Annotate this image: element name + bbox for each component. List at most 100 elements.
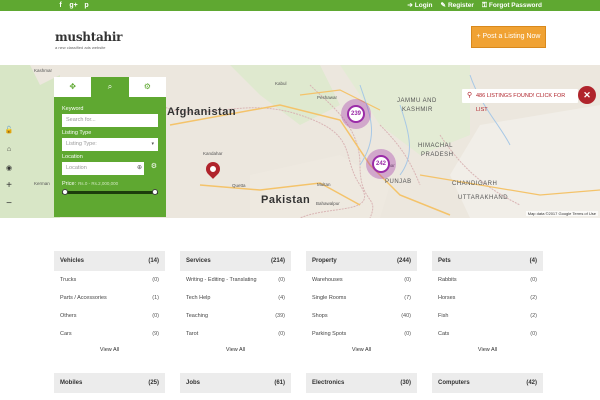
map-cluster[interactable]: 239 bbox=[341, 99, 371, 129]
label-afghanistan: Afghanistan bbox=[167, 106, 237, 118]
category-header[interactable]: Services (214) bbox=[180, 251, 291, 271]
list-item[interactable]: Trucks (0) bbox=[54, 271, 165, 289]
list-item[interactable]: Cats (0) bbox=[432, 325, 543, 343]
close-icon[interactable]: ✕ bbox=[578, 86, 596, 104]
category-card-mobiles: Mobiles (25) bbox=[54, 373, 165, 393]
category-header[interactable]: Computers (42) bbox=[432, 373, 543, 393]
search-icon[interactable]: ⌕ bbox=[91, 77, 129, 97]
key-icon: ⚿ bbox=[481, 2, 487, 9]
list-item[interactable]: Warehouses (0) bbox=[306, 271, 417, 289]
view-all-link[interactable]: View All bbox=[54, 343, 165, 357]
search-panel: ✥ ⌕ ⚙ Keyword Search for... Listing Type… bbox=[54, 77, 166, 217]
register-link[interactable]: ✎ Register bbox=[440, 0, 473, 11]
chevron-down-icon: ▾ bbox=[151, 141, 154, 147]
top-bar: f g+ p ➔ Login ✎ Register ⚿ Forgot Password bbox=[0, 0, 600, 11]
site-logo[interactable]: mushtahir a new classified ads website bbox=[55, 30, 122, 50]
zoom-in-icon[interactable]: + bbox=[0, 177, 18, 195]
login-link[interactable]: ➔ Login bbox=[407, 0, 432, 11]
map-cluster[interactable]: 242 bbox=[366, 149, 396, 179]
category-title: Electronics bbox=[312, 380, 345, 386]
category-count: (14) bbox=[148, 258, 159, 264]
login-icon: ➔ bbox=[407, 2, 413, 9]
zoom-out-icon[interactable]: − bbox=[0, 195, 18, 213]
item-count: (9) bbox=[152, 331, 159, 337]
list-item[interactable]: Writing - Editing - Translating (0) bbox=[180, 271, 291, 289]
register-label: Register bbox=[447, 2, 474, 9]
list-item[interactable]: Single Rooms (7) bbox=[306, 289, 417, 307]
list-item[interactable]: Parts / Accessories (1) bbox=[54, 289, 165, 307]
search-panel-tabs: ✥ ⌕ ⚙ bbox=[54, 77, 166, 97]
item-label: Tech Help bbox=[186, 295, 211, 301]
item-count: (7) bbox=[404, 295, 411, 301]
label-multan: Multan bbox=[317, 182, 331, 187]
label-kerman: Kerman bbox=[34, 181, 50, 186]
category-header[interactable]: Jobs (61) bbox=[180, 373, 291, 393]
list-item[interactable]: Teaching (39) bbox=[180, 307, 291, 325]
list-item[interactable]: Cars (9) bbox=[54, 325, 165, 343]
list-item[interactable]: Shops (40) bbox=[306, 307, 417, 325]
category-header[interactable]: Property (244) bbox=[306, 251, 417, 271]
category-header[interactable]: Vehicles (14) bbox=[54, 251, 165, 271]
item-count: (1) bbox=[152, 295, 159, 301]
gears-icon[interactable]: ⚙ bbox=[128, 77, 166, 97]
item-count: (0) bbox=[278, 331, 285, 337]
item-count: (40) bbox=[401, 313, 411, 319]
view-all-link[interactable]: View All bbox=[306, 343, 417, 357]
list-item[interactable]: Parking Spots (0) bbox=[306, 325, 417, 343]
label-pradesh: PRADESH bbox=[421, 152, 454, 158]
category-header[interactable]: Electronics (30) bbox=[306, 373, 417, 393]
google-plus-icon[interactable]: g+ bbox=[68, 0, 79, 11]
label-jammu: JAMMU AND bbox=[397, 98, 437, 104]
list-item[interactable]: Tech Help (4) bbox=[180, 289, 291, 307]
price-slider[interactable] bbox=[62, 189, 158, 195]
label-uttarakhand: UTTARAKHAND bbox=[458, 195, 509, 201]
facebook-icon[interactable]: f bbox=[55, 0, 66, 11]
cluster-count: 242 bbox=[372, 155, 390, 173]
listings-found-button[interactable]: ⚲ 486 LISTINGS FOUND! CLICK FOR LIST bbox=[462, 89, 578, 113]
item-label: Cars bbox=[60, 331, 72, 337]
category-count: (214) bbox=[270, 258, 285, 264]
item-count: (0) bbox=[404, 331, 411, 337]
item-label: Parts / Accessories bbox=[60, 295, 107, 301]
gear-icon[interactable]: ⚙ bbox=[151, 162, 157, 170]
location-input[interactable]: Location ⊕ bbox=[62, 162, 144, 175]
list-item[interactable]: Fish (2) bbox=[432, 307, 543, 325]
category-card-services: Services (214) Writing - Editing - Transl… bbox=[180, 251, 291, 357]
map-attribution[interactable]: Map data ©2017 Google Terms of Use bbox=[525, 211, 598, 216]
view-all-link[interactable]: View All bbox=[180, 343, 291, 357]
view-all-link[interactable]: View All bbox=[432, 343, 543, 357]
item-label: Parking Spots bbox=[312, 331, 347, 337]
pinterest-icon[interactable]: p bbox=[81, 0, 92, 11]
unlock-icon[interactable]: 🔓 bbox=[0, 122, 18, 140]
locate-icon[interactable]: ◉ bbox=[0, 160, 18, 178]
category-count: (61) bbox=[274, 380, 285, 386]
item-count: (39) bbox=[275, 313, 285, 319]
category-header[interactable]: Mobiles (25) bbox=[54, 373, 165, 393]
crosshair-icon[interactable]: ⊕ bbox=[137, 162, 142, 175]
label-kabul: Kabul bbox=[275, 81, 287, 86]
list-item[interactable]: Others (0) bbox=[54, 307, 165, 325]
login-label: Login bbox=[414, 2, 433, 9]
list-item[interactable]: Rabbits (0) bbox=[432, 271, 543, 289]
category-header[interactable]: Pets (4) bbox=[432, 251, 543, 271]
forgot-password-link[interactable]: ⚿ Forgot Password bbox=[482, 0, 542, 11]
home-icon[interactable]: ⌂ bbox=[0, 141, 18, 159]
post-listing-button[interactable]: + Post a Listing Now bbox=[471, 26, 546, 48]
move-icon[interactable]: ✥ bbox=[54, 77, 92, 97]
slider-handle-max[interactable] bbox=[152, 189, 158, 195]
category-title: Property bbox=[312, 258, 337, 264]
category-count: (4) bbox=[529, 258, 537, 264]
map-pin-icon: ⚲ bbox=[467, 92, 473, 99]
item-count: (0) bbox=[530, 331, 537, 337]
slider-handle-min[interactable] bbox=[62, 189, 68, 195]
keyword-input[interactable]: Search for... bbox=[62, 114, 158, 127]
site-header: mushtahir a new classified ads website +… bbox=[0, 11, 600, 65]
listing-type-select[interactable]: Listing Type: ▾ bbox=[62, 138, 158, 151]
item-count: (0) bbox=[278, 277, 285, 283]
listing-type-label: Listing Type bbox=[62, 130, 92, 136]
category-card-pets: Pets (4) Rabbits (0) Horses (2) Fish (2) Cat… bbox=[432, 251, 543, 357]
list-item[interactable]: Tarot (0) bbox=[180, 325, 291, 343]
label-punjab: PUNJAB bbox=[385, 179, 412, 185]
listing-type-value: Listing Type: bbox=[66, 141, 97, 147]
list-item[interactable]: Horses (2) bbox=[432, 289, 543, 307]
